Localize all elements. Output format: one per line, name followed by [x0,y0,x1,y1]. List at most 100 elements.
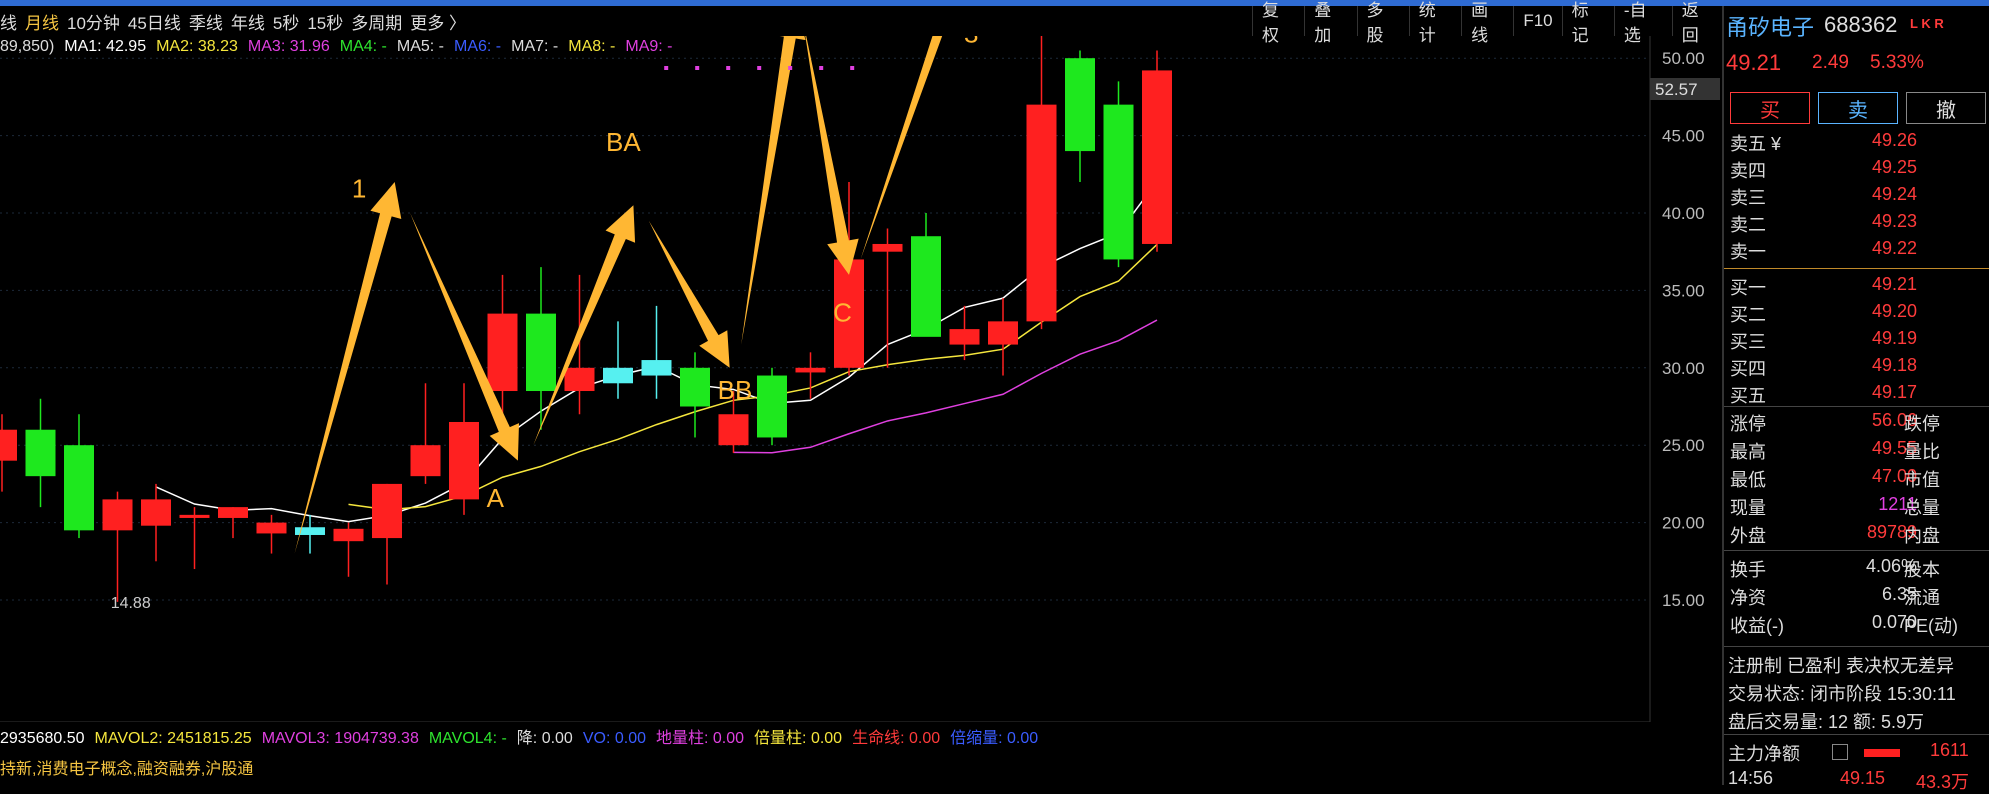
period-tab-1[interactable]: 月线 [25,9,67,34]
ask-row[interactable]: 卖四 49.25 [1726,157,1989,183]
candle-body[interactable] [795,367,826,373]
candle-body[interactable] [0,429,17,461]
period-tab-4[interactable]: 季线 [189,9,231,34]
stat-row: 涨停 56.06 跌停 [1726,410,1989,436]
ask-row[interactable]: 卖一 49.22 [1726,238,1989,264]
candle-body[interactable] [449,421,479,500]
candle-body[interactable] [218,507,248,518]
ask-row[interactable]: 卖三 49.24 [1726,184,1989,210]
bid-row[interactable]: 买二 49.20 [1726,301,1989,327]
price-tick: 50.00 [1662,49,1705,68]
candle-body[interactable] [64,445,94,531]
period-tabs: 线月线 10分钟 45日线 季线 年线 5秒 15秒 多周期 更多 〉 [0,6,1250,36]
candle-body[interactable] [25,429,56,477]
volume-legend-item: 降: 0.00 [516,730,573,747]
candle-body[interactable] [680,367,710,407]
cancel-button[interactable]: 撤 [1906,92,1986,124]
ask-price: 49.26 [1871,130,1917,150]
stat-label: 最低 [1730,470,1766,490]
period-tab-8[interactable]: 多周期 [351,9,410,34]
bid-row[interactable]: 买四 49.18 [1726,355,1989,381]
period-tab-0[interactable]: 线 [0,9,25,34]
toolbar-button-0[interactable]: 复权 [1252,1,1304,45]
period-tab-9[interactable]: 更多 〉 [410,9,474,34]
period-tab-7[interactable]: 15秒 [307,9,351,34]
volume-legend-item: VO: 0.00 [582,730,646,747]
main-flow-bar [1864,749,1900,757]
toolbar-button-7[interactable]: -自选 [1613,1,1672,45]
toolbar-button-3[interactable]: 统计 [1408,1,1461,45]
price-change: 2.49 [1812,52,1849,73]
bid-row[interactable]: 买一 49.21 [1726,274,1989,300]
info-divider [1724,646,1989,647]
candle-body[interactable] [718,414,749,446]
stat-label-2: 内盘 [1904,526,1940,546]
candle-body[interactable] [372,483,402,539]
bid-row[interactable]: 买三 49.19 [1726,328,1989,354]
ask-row[interactable]: 卖二 49.23 [1726,211,1989,237]
candle-body[interactable] [641,360,672,376]
period-tab-2[interactable]: 10分钟 [67,9,128,34]
stock-code: 688362 [1824,12,1898,37]
current-price-label: 52.57 [1655,80,1698,99]
book-divider [1724,268,1989,269]
candle-body[interactable] [410,445,441,477]
candle-body[interactable] [757,375,787,438]
main-flow-label: 主力净额 [1728,744,1800,764]
toolbar-button-4[interactable]: 画线 [1461,1,1513,45]
bid-label: 买五 [1730,386,1766,406]
ask-row[interactable]: 卖五 ¥ 49.26 [1726,130,1989,156]
candle-body[interactable] [333,528,364,542]
bid-price: 49.21 [1871,274,1917,294]
candle-body[interactable] [988,321,1018,345]
last-price: 49.21 [1726,50,1782,75]
ask-label: 卖一 [1730,242,1766,262]
toolbar-button-8[interactable]: 返回 [1671,1,1724,45]
candle-body[interactable] [487,313,518,392]
candle-body[interactable] [1103,104,1134,260]
low-annotation: 14.88 [111,595,151,612]
volume-legend-item: 倍缩量: 0.00 [950,730,1039,747]
candle-body[interactable] [911,236,941,337]
candle-body[interactable] [1065,58,1095,152]
candle-body[interactable] [872,243,903,252]
toolbar-button-6[interactable]: 标记 [1561,1,1614,45]
fund-row: 换手 4.06% 股本 [1726,556,1989,582]
kline-chart[interactable]: 55.0050.0045.0040.0035.0030.0025.0020.00… [0,36,1724,722]
candle-body[interactable] [295,527,325,535]
candle-body[interactable] [949,329,980,345]
candle-body[interactable] [102,499,133,531]
stock-name[interactable]: 甬矽电子 [1726,10,1814,42]
candle-body[interactable] [564,367,595,392]
toolbar-button-1[interactable]: 叠加 [1304,1,1356,45]
main-flow-info-icon[interactable] [1832,744,1848,760]
fund-label: 收益(-) [1730,616,1784,636]
bid-row[interactable]: 买五 49.17 [1726,382,1989,408]
candle-body[interactable] [1142,70,1172,244]
period-tab-5[interactable]: 年线 [231,9,273,34]
candle-body[interactable] [179,514,210,518]
tick-volume: 43.3万 [1916,772,1970,792]
candle-body[interactable] [526,313,556,392]
candle-body[interactable] [256,522,287,534]
candle-body[interactable] [141,499,171,526]
sell-button[interactable]: 卖 [1818,92,1898,124]
toolbar-button-2[interactable]: 多股 [1356,1,1409,45]
ma-line-2 [733,319,1158,454]
buy-button[interactable]: 买 [1730,92,1810,124]
stat-label: 涨停 [1730,414,1766,434]
toolbar-button-5[interactable]: F10 [1513,6,1561,36]
fund-label-2: PE(动) [1904,616,1958,636]
stat-row: 现量 1211 总量 [1726,494,1989,520]
candle-body[interactable] [603,367,633,384]
quote-panel: 甬矽电子 688362 L K R 49.21 2.49 5.33% 买 卖 撤… [1722,6,1989,792]
wave-label: 1 [352,174,366,204]
signal-dot [664,66,669,70]
candle-body[interactable] [1026,104,1057,322]
period-tab-6[interactable]: 5秒 [273,9,307,34]
signal-dot [726,66,731,70]
wave-arrow-4 [741,36,806,345]
period-tab-3[interactable]: 45日线 [128,9,189,34]
volume-legend-item: MAVOL2: 2451815.25 [94,730,252,747]
volume-legend-item: 生命线: 0.00 [852,730,941,747]
